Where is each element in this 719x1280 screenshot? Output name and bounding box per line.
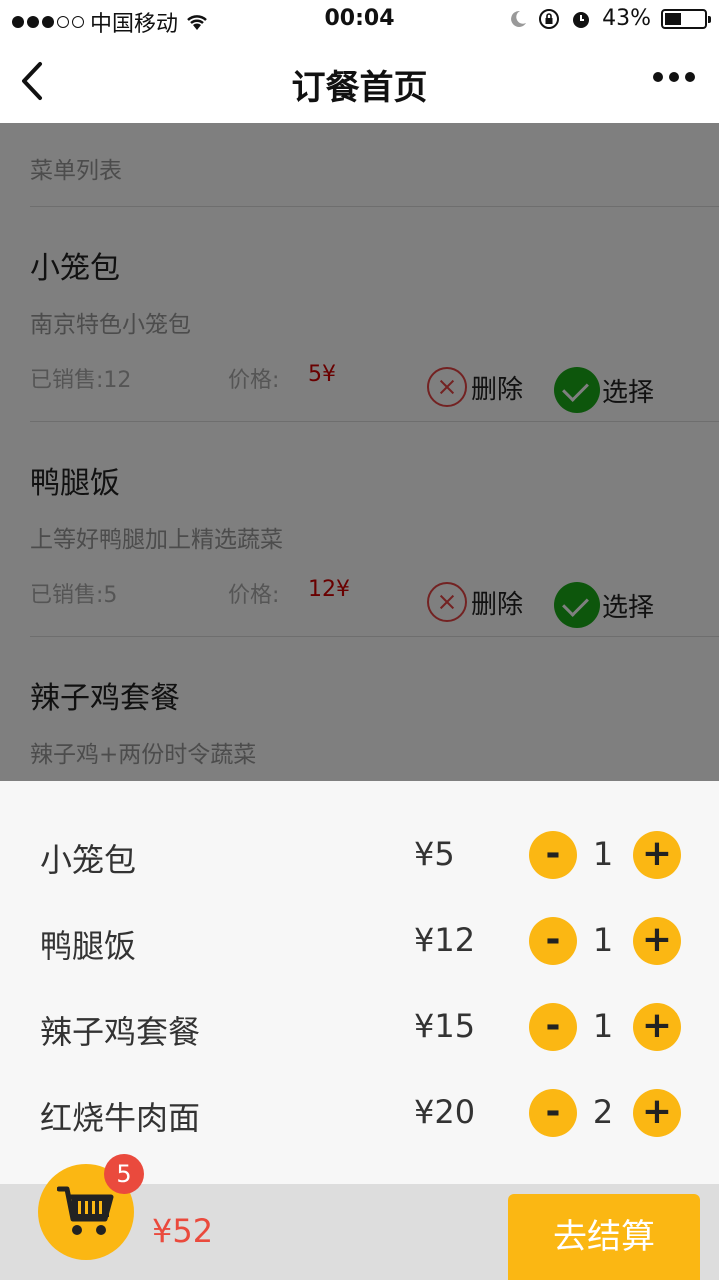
decrease-button[interactable]: -	[529, 1089, 577, 1137]
cart-total: ¥52	[152, 1212, 214, 1250]
cart-item-qty: 1	[592, 1007, 614, 1045]
cart-item-price: ¥12	[414, 921, 476, 959]
cart-item-name: 辣子鸡套餐	[40, 1013, 201, 1051]
cart-item: 红烧牛肉面 ¥20 - 2 +	[0, 1069, 719, 1155]
cart-panel: 小笼包 ¥5 - 1 + 鸭腿饭 ¥12 - 1 + 辣子鸡套餐 ¥15 - 1…	[0, 781, 719, 1184]
status-bar: 中国移动 00:04 43%	[0, 0, 719, 40]
cart-item-qty: 2	[592, 1093, 614, 1131]
more-icon[interactable]	[653, 72, 695, 82]
page-title: 订餐首页	[291, 68, 428, 108]
decrease-button[interactable]: -	[529, 917, 577, 965]
cart-count-badge: 5	[104, 1154, 144, 1194]
moon-icon	[511, 10, 527, 27]
cart-item-price: ¥20	[414, 1093, 476, 1131]
cart-item-name: 鸭腿饭	[40, 927, 137, 965]
status-right: 43%	[508, 6, 711, 31]
orientation-lock-icon	[539, 8, 560, 29]
cart-item-name: 小笼包	[40, 841, 137, 879]
cart-item-qty: 1	[592, 921, 614, 959]
shopping-cart-icon	[57, 1186, 114, 1235]
cart-item-price: ¥15	[414, 1007, 476, 1045]
cart-item: 小笼包 ¥5 - 1 +	[0, 811, 719, 897]
cart-item: 辣子鸡套餐 ¥15 - 1 +	[0, 983, 719, 1069]
cart-item-price: ¥5	[414, 835, 455, 873]
cart-item: 鸭腿饭 ¥12 - 1 +	[0, 897, 719, 983]
cart-item-name: 红烧牛肉面	[40, 1099, 201, 1137]
checkout-button[interactable]: 去结算	[508, 1194, 700, 1280]
battery-icon	[661, 8, 711, 29]
nav-bar: 订餐首页	[0, 40, 719, 123]
increase-button[interactable]: +	[633, 831, 681, 879]
decrease-button[interactable]: -	[529, 1003, 577, 1051]
cart-item-qty: 1	[592, 835, 614, 873]
alarm-icon	[573, 11, 590, 28]
increase-button[interactable]: +	[633, 917, 681, 965]
battery-percent: 43%	[602, 6, 651, 31]
dim-overlay[interactable]	[0, 123, 719, 781]
increase-button[interactable]: +	[633, 1089, 681, 1137]
decrease-button[interactable]: -	[529, 831, 577, 879]
increase-button[interactable]: +	[633, 1003, 681, 1051]
